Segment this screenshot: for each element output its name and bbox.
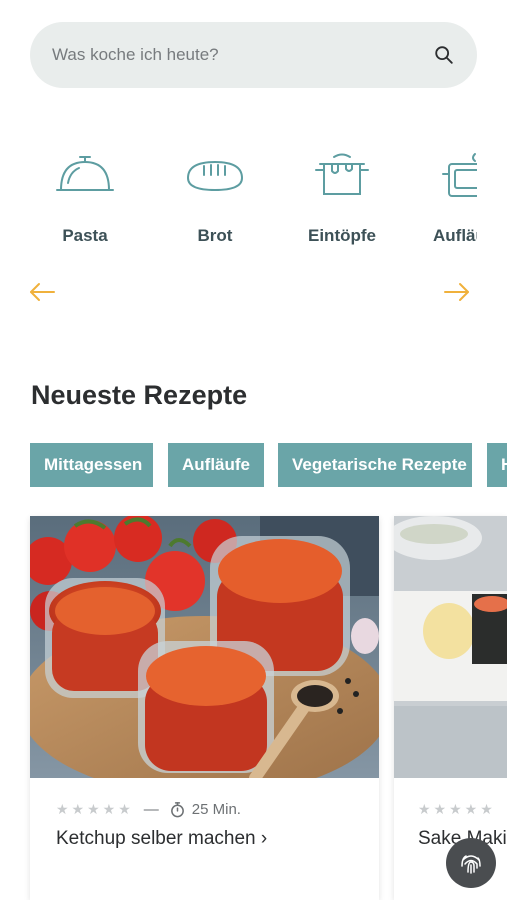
category-label: Pasta xyxy=(62,226,108,245)
arrow-left-icon[interactable] xyxy=(28,278,56,306)
recipe-image-sake-maki xyxy=(394,516,507,778)
tag-filter-bar: Mittagessen Aufläufe Vegetarische Rezept… xyxy=(30,443,507,487)
category-eintoepfe[interactable]: Eintöpfe xyxy=(287,150,397,246)
search-input[interactable]: Was koche ich heute? xyxy=(52,45,433,65)
recipe-meta: ★★★★★ — 25 Min. xyxy=(56,801,241,818)
recipe-image-ketchup xyxy=(30,516,379,778)
casserole-icon xyxy=(442,153,477,197)
category-auflaeufe[interactable]: Aufläufe xyxy=(412,150,477,246)
tag-mittagessen[interactable]: Mittagessen xyxy=(30,443,153,487)
rating-stars: ★★★★★ xyxy=(56,801,134,817)
tag-partial[interactable]: H xyxy=(487,443,507,487)
pot-icon xyxy=(315,153,369,195)
category-brot[interactable]: Brot xyxy=(160,150,270,246)
fingerprint-icon xyxy=(461,855,481,874)
category-carousel: Pasta Brot Eintöpfe Auflä xyxy=(30,150,477,260)
recipe-time: 25 Min. xyxy=(191,801,241,818)
category-pasta[interactable]: Pasta xyxy=(30,150,140,246)
cloche-icon xyxy=(56,156,114,191)
recipe-meta: ★★★★★ xyxy=(418,801,496,818)
meta-separator: — xyxy=(143,801,159,818)
recipe-card[interactable]: ★★★★★ Sake Maki xyxy=(394,516,507,900)
rating-stars: ★★★★★ xyxy=(418,801,496,817)
fingerprint-button[interactable] xyxy=(446,838,496,888)
bread-icon xyxy=(186,160,244,192)
section-title: Neueste Rezepte xyxy=(31,380,248,410)
search-bar[interactable]: Was koche ich heute? xyxy=(30,22,477,88)
tag-vegetarische-rezepte[interactable]: Vegetarische Rezepte xyxy=(278,443,472,487)
category-label: Eintöpfe xyxy=(308,226,376,245)
search-icon[interactable] xyxy=(433,44,455,66)
category-label: Brot xyxy=(197,226,233,245)
category-label: Aufläufe xyxy=(433,226,477,245)
tag-auflaeufe[interactable]: Aufläufe xyxy=(168,443,264,487)
arrow-right-icon[interactable] xyxy=(443,278,471,306)
timer-icon xyxy=(170,802,184,818)
recipe-card[interactable]: ★★★★★ — 25 Min. Ketchup selber machen › xyxy=(30,516,379,900)
recipe-title[interactable]: Ketchup selber machen › xyxy=(56,828,267,850)
